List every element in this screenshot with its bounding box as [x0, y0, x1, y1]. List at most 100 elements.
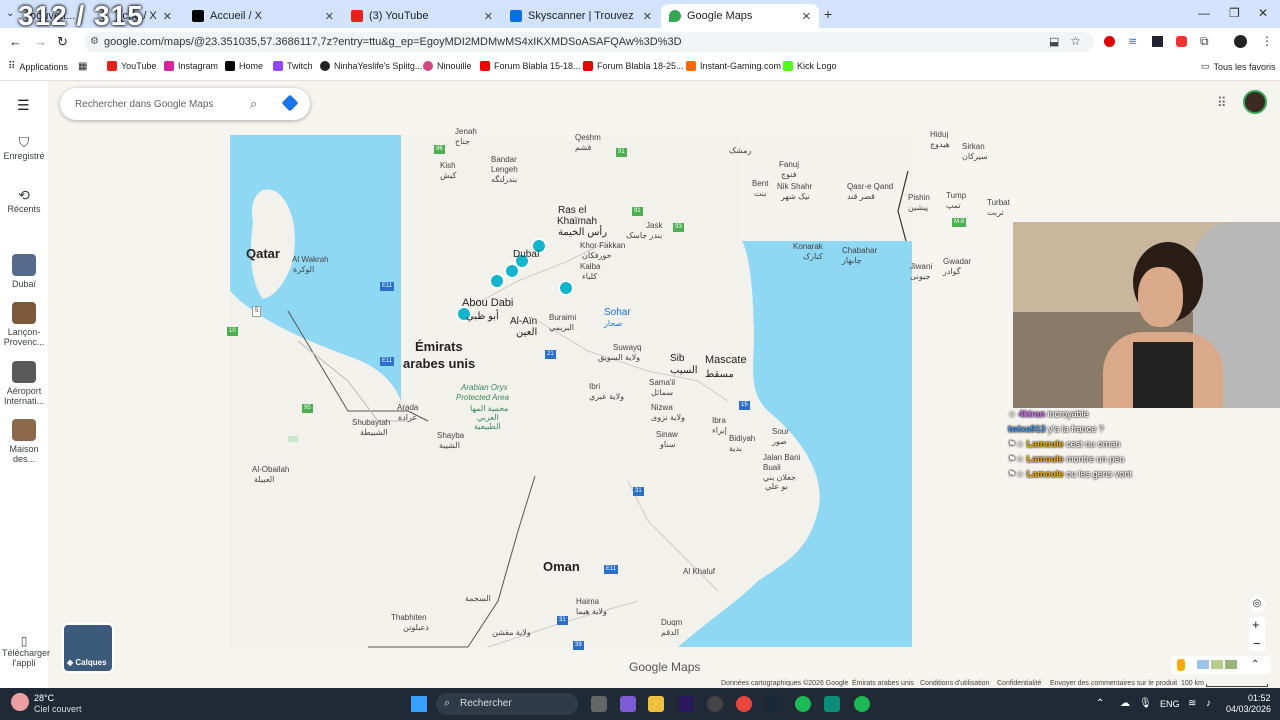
bookmark-grid[interactable]: ▦	[78, 61, 87, 72]
rail-recent-lancon[interactable]: Lançon-Provenc...	[0, 302, 48, 347]
task-view-icon[interactable]	[591, 696, 607, 712]
reload-icon[interactable]: ↻	[57, 34, 68, 50]
menu-hamburger-icon[interactable]: ☰	[17, 97, 30, 114]
rail-download-app[interactable]: ▯ Télécharger l'appli	[0, 634, 50, 668]
account-avatar[interactable]	[1243, 90, 1267, 114]
bookmark-youtube[interactable]: YouTube	[107, 61, 156, 71]
widgets-icon[interactable]	[620, 696, 636, 712]
language-indicator[interactable]: ENG	[1160, 699, 1180, 709]
bookmark-all[interactable]: ▭ Tous les favoris	[1201, 61, 1276, 72]
bookmark-home[interactable]: Home	[225, 61, 263, 71]
weather-icon[interactable]	[11, 693, 29, 711]
clock-time[interactable]: 01:52	[1248, 693, 1271, 703]
tray-chevron-icon[interactable]: ⌃	[1096, 698, 1104, 709]
map-country-link[interactable]: Émirats arabes unis	[852, 680, 914, 687]
grid-icon: ▦	[78, 61, 88, 72]
zoom-out-button[interactable]: −	[1253, 636, 1261, 651]
rail-recent-airport[interactable]: Aéroport Internati...	[0, 361, 48, 406]
bookmark-forum-1518[interactable]: Forum Blabla 15-18...	[480, 61, 581, 71]
minimize-icon[interactable]: —	[1198, 6, 1210, 20]
extensions-puzzle-icon[interactable]: ⧉	[1200, 34, 1209, 49]
extension-cast-icon[interactable]	[1176, 36, 1187, 47]
app-green-icon[interactable]	[795, 696, 811, 712]
tab-close-icon[interactable]: ✕	[325, 10, 334, 23]
tab-2[interactable]: Accueil / X ✕	[184, 4, 342, 28]
bookmark-instagram[interactable]: Instagram	[164, 61, 218, 71]
site-info-icon[interactable]: ⚙	[90, 36, 99, 47]
weather-temp[interactable]: 28°C	[34, 693, 54, 703]
maximize-icon[interactable]: ❐	[1229, 6, 1240, 20]
tab-4[interactable]: Skyscanner | Trouvez le vol pas ✕	[502, 4, 660, 28]
mic-icon[interactable]: 🎙	[1139, 698, 1152, 709]
tab-close-icon[interactable]: ✕	[484, 10, 493, 23]
extension-red-icon[interactable]	[1104, 36, 1115, 47]
bookmark-star-icon[interactable]: ☆	[1070, 34, 1081, 48]
browser-menu-icon[interactable]: ⋮	[1261, 34, 1273, 48]
imagery-thumb[interactable]	[1225, 660, 1237, 669]
my-location-icon[interactable]: ◎	[1249, 596, 1265, 612]
taskbar-search-text[interactable]: Rechercher	[460, 698, 512, 709]
tab-close-icon[interactable]: ✕	[802, 10, 811, 23]
rail-recent-maison[interactable]: Maison des...	[0, 419, 48, 464]
bookmark-twitch[interactable]: Twitch	[273, 61, 313, 71]
pegman-icon[interactable]	[1177, 659, 1185, 671]
install-icon[interactable]: ⬓	[1049, 35, 1059, 48]
steam-icon[interactable]	[765, 696, 781, 712]
apps-grid-icon[interactable]: ⠿	[1217, 95, 1227, 111]
rail-saved[interactable]: ⛉ Enregistré	[0, 134, 48, 161]
extension-audio-icon[interactable]: ≋	[1128, 35, 1137, 48]
tab-3[interactable]: (3) YouTube ✕	[343, 4, 501, 28]
bookmark-kick[interactable]: Kick Logo	[783, 61, 837, 71]
volume-icon[interactable]: ♪	[1206, 698, 1211, 709]
search-icon[interactable]: ⌕	[250, 96, 257, 112]
chat-message: ☆ 4kiran incroyable	[1008, 409, 1089, 420]
expand-up-icon[interactable]: ⌃	[1251, 659, 1259, 670]
rail-recent-dubai[interactable]: Dubaï	[0, 254, 48, 289]
saved-place-pin[interactable]	[504, 263, 520, 279]
spotify-icon[interactable]	[854, 696, 870, 712]
map-label-place: عرادة	[398, 413, 418, 422]
bookmark-instant-gaming[interactable]: Instant-Gaming.com	[686, 61, 781, 71]
chrome-icon[interactable]	[736, 696, 752, 712]
cloud-icon[interactable]: ☁	[1120, 698, 1130, 709]
premiere-icon[interactable]	[678, 696, 694, 712]
map-label-city-hover[interactable]: Sohar	[604, 307, 631, 318]
map-label-place: صور	[772, 437, 787, 446]
privacy-link[interactable]: Confidentialité	[997, 680, 1041, 687]
search-input[interactable]: Rechercher dans Google Maps	[75, 99, 213, 110]
bookmark-splitgate[interactable]: NinhaYeslife's Splitg...	[320, 61, 422, 71]
imagery-thumb[interactable]	[1197, 660, 1209, 669]
app-teal-icon[interactable]	[824, 696, 840, 712]
weather-desc[interactable]: Ciel couvert	[34, 704, 82, 714]
obs-icon[interactable]	[707, 696, 723, 712]
bookmark-applications[interactable]: ⠿ Applications	[8, 61, 68, 72]
back-icon[interactable]: ←	[9, 34, 22, 49]
scale-label[interactable]: 100 km	[1181, 680, 1204, 687]
file-explorer-icon[interactable]	[648, 696, 664, 712]
map-label-city-hover[interactable]: صحار	[604, 319, 622, 328]
new-tab-icon[interactable]: +	[824, 6, 832, 22]
terms-link[interactable]: Conditions d'utilisation	[920, 680, 989, 687]
rail-recent[interactable]: ⟲ Récents	[0, 187, 48, 214]
saved-place-pin[interactable]	[489, 273, 505, 289]
map-label-place: Qasr-e Qand	[847, 182, 894, 191]
wifi-icon[interactable]: ≋	[1188, 698, 1196, 709]
profile-avatar[interactable]	[1234, 35, 1247, 48]
bookmark-forum-1825[interactable]: Forum Blabla 18-25...	[583, 61, 684, 71]
tab-search-chevron-icon[interactable]: ⌄	[6, 8, 14, 19]
extension-dark-icon[interactable]	[1152, 36, 1163, 47]
zoom-in-button[interactable]: +	[1252, 617, 1260, 632]
windows-start-icon[interactable]	[411, 696, 427, 712]
feedback-link[interactable]: Envoyer des commentaires sur le produit	[1050, 680, 1177, 687]
tab-close-icon[interactable]: ✕	[643, 10, 652, 23]
saved-place-pin[interactable]	[558, 280, 574, 296]
imagery-thumb[interactable]	[1211, 660, 1223, 669]
tab-5[interactable]: Google Maps ✕	[661, 4, 819, 28]
map-label-place: Bandar	[491, 155, 517, 164]
clock-date[interactable]: 04/03/2026	[1226, 704, 1271, 714]
window-close-icon[interactable]: ✕	[1258, 6, 1268, 20]
map-label-place: البريمي	[549, 323, 575, 332]
bookmark-ninouille[interactable]: Ninouille	[423, 61, 472, 71]
tab-close-icon[interactable]: ✕	[163, 10, 172, 23]
forward-icon[interactable]: →	[34, 34, 47, 49]
